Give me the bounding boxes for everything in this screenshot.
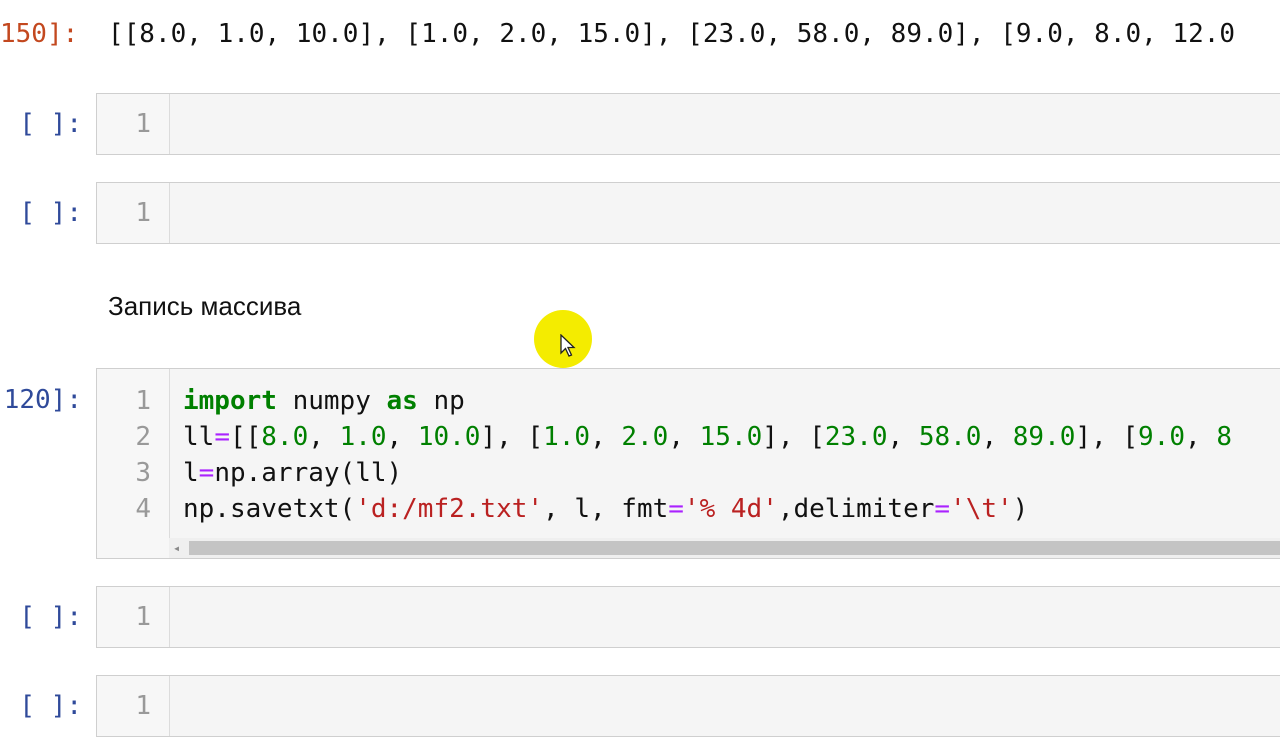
- code-operator: =: [934, 494, 951, 524]
- mouse-pointer-icon: [560, 334, 576, 357]
- scroll-thumb[interactable]: [189, 541, 1280, 555]
- line-number: 1: [135, 386, 151, 416]
- output-text: [[8.0, 1.0, 10.0], [1.0, 2.0, 15.0], [23…: [108, 19, 1236, 49]
- code-cell-empty[interactable]: 1: [96, 586, 1280, 648]
- line-gutter: 1: [97, 183, 170, 243]
- code-number: 1.0: [543, 422, 591, 452]
- line-number: 1: [135, 602, 151, 632]
- line-number: 2: [135, 422, 151, 452]
- scroll-left-icon[interactable]: ◂: [173, 540, 180, 556]
- code-punct: ,: [1185, 422, 1217, 452]
- line-gutter: 1: [97, 676, 170, 736]
- code-punct: ,: [308, 422, 340, 452]
- output-prompt: 150]:: [0, 19, 79, 49]
- code-punct: [[: [229, 422, 262, 452]
- code-string: 'd:/mf2.txt': [355, 494, 544, 524]
- code-line-3[interactable]: l=np.array(ll): [183, 455, 402, 491]
- code-number: 58.0: [918, 422, 982, 452]
- code-punct: ,: [981, 422, 1013, 452]
- line-number: 1: [135, 691, 151, 721]
- line-number: 4: [135, 494, 151, 524]
- code-number: 1.0: [339, 422, 387, 452]
- line-number: 3: [135, 458, 151, 488]
- cell-prompt: [ ]:: [19, 198, 82, 228]
- code-number: 10.0: [417, 422, 481, 452]
- markdown-heading: Запись массива: [108, 291, 302, 321]
- code-number: 8.0: [261, 422, 309, 452]
- code-alias: np: [417, 386, 465, 416]
- code-cell-empty[interactable]: 1: [96, 182, 1280, 244]
- horizontal-scrollbar[interactable]: ◂: [169, 538, 1280, 558]
- code-cell-empty[interactable]: 1: [96, 93, 1280, 155]
- keyword-as: as: [386, 386, 418, 416]
- code-args: ,delimiter: [777, 494, 935, 524]
- code-var: l: [183, 458, 199, 488]
- code-string: '% 4d': [683, 494, 778, 524]
- code-operator: =: [668, 494, 684, 524]
- line-gutter: 1 2 3 4: [97, 369, 170, 558]
- line-gutter: 1: [97, 587, 170, 647]
- code-punct: ,: [887, 422, 919, 452]
- code-line-4[interactable]: np.savetxt('d:/mf2.txt', l, fmt='% 4d',d…: [183, 491, 1028, 527]
- code-module: numpy: [276, 386, 387, 416]
- line-number: 1: [135, 198, 151, 228]
- code-number: 23.0: [824, 422, 888, 452]
- code-number: 89.0: [1012, 422, 1076, 452]
- code-operator: =: [214, 422, 230, 452]
- code-punct: ,: [590, 422, 622, 452]
- code-punct: ], [: [1075, 422, 1139, 452]
- cell-prompt: [ ]:: [19, 109, 82, 139]
- cell-prompt: [ ]:: [19, 691, 82, 721]
- keyword-import: import: [183, 386, 277, 416]
- code-number: 2.0: [621, 422, 669, 452]
- code-punct: ], [: [762, 422, 825, 452]
- code-punct: ], [: [480, 422, 544, 452]
- code-args: , l, fmt: [543, 494, 669, 524]
- code-punct: ,: [386, 422, 418, 452]
- code-line-1[interactable]: import numpy as np: [183, 383, 465, 419]
- code-string: '\t': [950, 494, 1013, 524]
- line-number: 1: [135, 109, 151, 139]
- code-line-2[interactable]: ll=[[8.0, 1.0, 10.0], [1.0, 2.0, 15.0], …: [183, 419, 1232, 455]
- code-cell[interactable]: 1 2 3 4 import numpy as np ll=[[8.0, 1.0…: [96, 368, 1280, 559]
- code-operator: =: [198, 458, 215, 488]
- code-number: 15.0: [699, 422, 763, 452]
- code-number: 8: [1216, 422, 1232, 452]
- code-punct: ): [1012, 494, 1029, 524]
- code-expr: np.array(ll): [214, 458, 403, 488]
- line-gutter: 1: [97, 94, 170, 154]
- code-punct: ,: [668, 422, 700, 452]
- code-number: 9.0: [1138, 422, 1185, 452]
- code-call: np.savetxt(: [183, 494, 356, 524]
- cell-prompt: 120]:: [3, 385, 82, 415]
- code-var: ll: [183, 422, 215, 452]
- code-cell-empty[interactable]: 1: [96, 675, 1280, 737]
- cell-prompt: [ ]:: [19, 602, 82, 632]
